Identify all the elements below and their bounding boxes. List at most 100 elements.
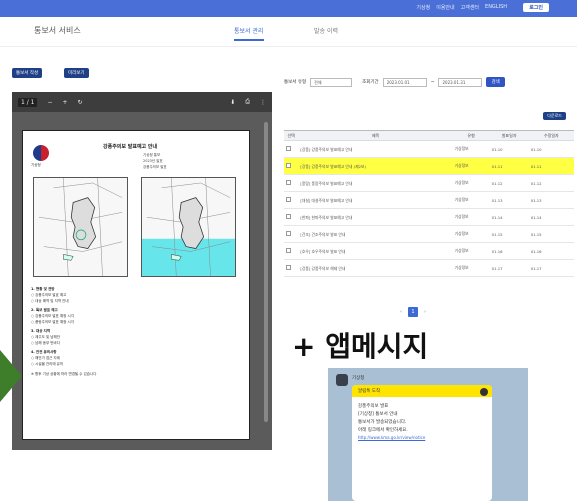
preview-button[interactable]: 미리보기 (64, 68, 89, 78)
section-line: ○ 풍랑주의보 발표 예정 시각 (31, 320, 74, 324)
message-header: 알림톡 도착 (352, 385, 492, 397)
row-checkbox[interactable] (286, 197, 291, 202)
row-modified: 01.13 (528, 191, 574, 209)
row-date: 01.15 (489, 225, 529, 243)
top-link[interactable]: ENGLISH (485, 4, 507, 11)
row-date: 01.10 (489, 140, 529, 158)
message-badge-icon (480, 388, 488, 396)
document-org: 기상청 (31, 163, 41, 167)
type-label: 통보서 유형 (284, 80, 307, 85)
tab-history[interactable]: 발송 이력 (314, 26, 338, 39)
row-checkbox[interactable] (286, 146, 291, 151)
government-logo (33, 145, 49, 161)
row-modified: 01.10 (528, 140, 574, 158)
table-row[interactable]: [강풍] 강풍주의보 해제 안내 기상정보 01.17 01.17 (284, 259, 574, 277)
message-link[interactable]: http://www.kma.go.kr/view/notice (358, 435, 486, 441)
period-label: 조회기간 (362, 80, 379, 85)
table-row[interactable]: [풍랑] 풍랑주의보 발표예고 안내 기상정보 01.12 01.12 (284, 174, 574, 192)
table-row[interactable]: [호우] 호우주의보 발표 안내 기상정보 01.16 01.16 (284, 242, 574, 260)
next-page-icon[interactable]: › (424, 309, 426, 315)
zoom-in-icon[interactable]: + (63, 99, 68, 106)
row-checkbox[interactable] (286, 248, 291, 253)
message-bubble: 알림톡 도착 강풍주의보 발표 [기상청] 통보서 안내 통보서가 발송되었습니… (352, 385, 492, 501)
sender-name: 기상청 (352, 376, 365, 381)
message-line: [기상청] 통보서 안내 (358, 412, 398, 417)
top-bar: 기상청 이용안내 고객센터 ENGLISH 로그인 (0, 0, 577, 17)
avatar (336, 374, 348, 386)
rotate-icon[interactable]: ↻ (78, 99, 83, 106)
row-date: 01.14 (489, 208, 529, 226)
message-body: 강풍주의보 발표 [기상청] 통보서 안내 통보서가 발송되었습니다. 아래 링… (352, 397, 492, 447)
document-meta: 강풍주의보 발표 (143, 165, 167, 169)
pagination: ‹ 1 › (400, 307, 426, 317)
download-icon[interactable]: ⬇ (230, 99, 235, 106)
messenger-preview: 기상청 알림톡 도착 강풍주의보 발표 [기상청] 통보서 안내 통보서가 발송… (328, 368, 528, 501)
map-graphic (142, 178, 235, 276)
page-indicator: 1 / 1 (18, 97, 38, 107)
row-date: 01.16 (489, 242, 529, 260)
message-line: 강풍주의보 발표 (358, 404, 389, 409)
column-header[interactable]: 유형 (452, 130, 490, 141)
table-row[interactable]: [건조] 건조주의보 발표 안내 기상정보 01.15 01.15 (284, 225, 574, 243)
top-link[interactable]: 이용안내 (436, 4, 454, 11)
row-date: 01.13 (489, 191, 529, 209)
row-checkbox[interactable] (286, 231, 291, 236)
row-title[interactable]: [건조] 건조주의보 발표 안내 (298, 225, 453, 243)
row-checkbox[interactable] (286, 214, 291, 219)
filter-bar: 통보서 유형 전체 조회기간 2023.01.01 ~ 2023.01.31 검… (284, 74, 574, 90)
print-icon[interactable]: ⎙ (245, 98, 250, 106)
row-title[interactable]: [풍랑] 풍랑주의보 발표예고 안내 (298, 174, 453, 192)
row-title[interactable]: [호우] 호우주의보 발표 안내 (298, 242, 453, 260)
row-checkbox[interactable] (286, 163, 291, 168)
column-header[interactable]: 발표일자 (489, 130, 529, 141)
zoom-out-icon[interactable]: − (47, 99, 52, 106)
row-title[interactable]: [강풍] 강풍주의보 발표예고 안내 (298, 140, 453, 158)
row-title[interactable]: [강풍] 강풍주의보 해제 안내 (298, 259, 453, 277)
notice-list: 다운로드 선택 제목 유형 발표일자 수정일자 [강풍] 강풍주의보 발표예고 … (284, 110, 574, 320)
row-checkbox[interactable] (286, 265, 291, 270)
viewer-scrollbar[interactable] (264, 122, 268, 422)
table-row[interactable]: [대설] 대설주의보 발표예고 안내 기상정보 01.13 01.13 (284, 191, 574, 209)
write-button[interactable]: 통보서 작성 (12, 68, 43, 78)
top-link[interactable]: 고객센터 (461, 4, 479, 11)
app-title: 통보서 서비스 (34, 26, 81, 35)
more-icon[interactable]: ⋮ (260, 99, 266, 106)
message-line: 아래 링크에서 확인하세요. (358, 428, 408, 433)
row-modified: 01.14 (528, 208, 574, 226)
row-checkbox[interactable] (286, 180, 291, 185)
current-page[interactable]: 1 (408, 307, 418, 317)
date-from-field[interactable]: 2023.01.01 (382, 77, 427, 87)
login-button[interactable]: 로그인 (523, 3, 549, 12)
row-modified: 01.15 (528, 225, 574, 243)
prev-page-icon[interactable]: ‹ (400, 309, 402, 315)
tab-manage[interactable]: 통보서 관리 (234, 26, 264, 41)
row-type: 기상정보 (452, 242, 490, 260)
date-to-field[interactable]: 2023.01.31 (438, 77, 483, 87)
table-row-selected[interactable]: [강풍] 강풍주의보 발표예고 안내 (제2보) 기상정보 01.11 01.1… (284, 157, 574, 175)
row-modified: 01.17 (528, 259, 574, 277)
forecast-map-right (141, 177, 236, 277)
forecast-map-left (33, 177, 128, 277)
document-title: 강풍주의보 발표예고 안내 (103, 144, 158, 150)
document-body: 1. 현황 및 전망 ○ 강풍주의보 발효 예고 ○ 대상 해역 및 지역 안내… (31, 283, 243, 377)
message-line: 통보서가 발송되었습니다. (358, 420, 407, 425)
table-row[interactable]: [강풍] 강풍주의보 발표예고 안내 기상정보 01.10 01.10 (284, 140, 574, 158)
section-line: ○ 시설물 관리에 유의 (31, 362, 64, 366)
row-type: 기상정보 (452, 225, 490, 243)
row-title[interactable]: [강풍] 강풍주의보 발표예고 안내 (제2보) (298, 157, 453, 175)
row-title[interactable]: [한파] 한파주의보 발표예고 안내 (298, 208, 453, 226)
row-date: 01.12 (489, 174, 529, 192)
column-header[interactable]: 수정일자 (528, 130, 574, 141)
search-button[interactable]: 검색 (486, 77, 505, 87)
column-header[interactable]: 제목 (298, 130, 453, 141)
row-modified: 01.16 (528, 242, 574, 260)
column-header: 선택 (284, 130, 299, 141)
type-select[interactable]: 전체 (310, 77, 353, 87)
table-row[interactable]: [한파] 한파주의보 발표예고 안내 기상정보 01.14 01.14 (284, 208, 574, 226)
row-title[interactable]: [대설] 대설주의보 발표예고 안내 (298, 191, 453, 209)
download-button[interactable]: 다운로드 (543, 112, 566, 120)
document-page: 기상청 강풍주의보 발표예고 안내 기상청 통보 2023년 발표 강풍주의보 … (22, 130, 250, 440)
top-link[interactable]: 기상청 (416, 4, 430, 11)
map-graphic (38, 178, 123, 276)
row-modified: 01.12 (528, 174, 574, 192)
